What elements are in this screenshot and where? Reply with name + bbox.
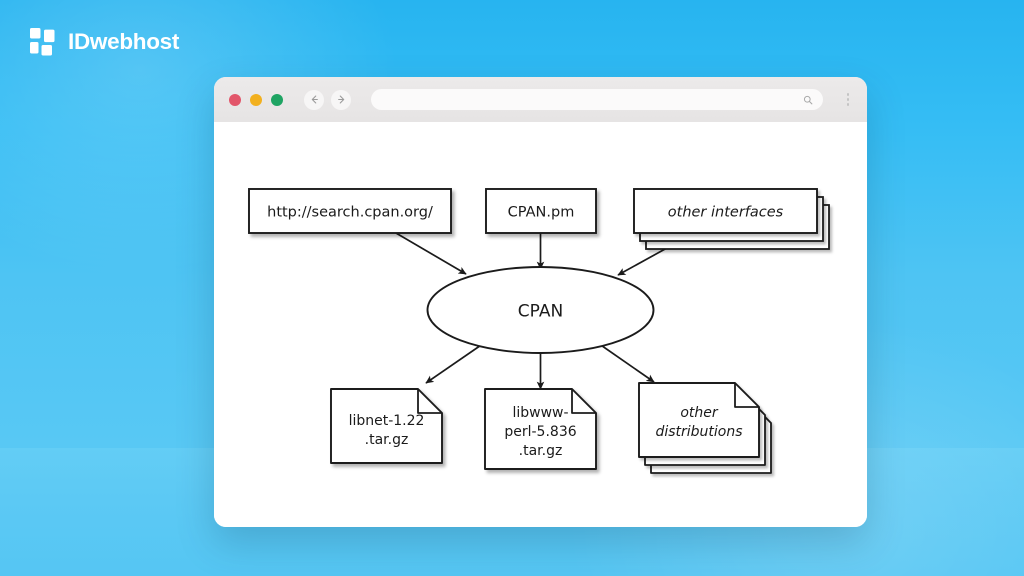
cpan-architecture-diagram: http://search.cpan.org/ CPAN.pm other in…	[214, 122, 867, 527]
diagram-node-cpan: CPAN	[426, 266, 655, 354]
edge-cpan-to-libnet	[425, 340, 488, 384]
node-label-search-cpan-org: http://search.cpan.org/	[267, 205, 433, 221]
node-label-libnet-line-1: libnet-1.22	[349, 413, 425, 429]
navigation-buttons	[304, 89, 351, 110]
diagram-node-libwww-perl: libwww- perl-5.836 .tar.gz	[484, 388, 597, 470]
search-icon[interactable]	[803, 95, 813, 105]
arrow-right-icon	[336, 94, 347, 105]
edge-cpan-to-other-distributions	[594, 340, 655, 383]
arrow-left-icon	[309, 94, 320, 105]
diagram-node-other-interfaces: other interfaces	[633, 188, 830, 250]
diagram-node-cpan-pm: CPAN.pm	[485, 188, 597, 234]
browser-viewport: http://search.cpan.org/ CPAN.pm other in…	[214, 122, 867, 527]
back-button[interactable]	[304, 89, 324, 110]
traffic-lights	[229, 93, 283, 106]
node-label-other-distributions-line-2: distributions	[655, 424, 742, 440]
node-label-libwww-perl-line-1: libwww-	[512, 405, 568, 421]
node-label-libwww-perl-line-3: .tar.gz	[519, 443, 563, 459]
brand-lockup: IDwebhost	[30, 26, 179, 58]
diagram-node-libnet: libnet-1.22 .tar.gz	[330, 388, 443, 464]
node-label-cpan: CPAN	[518, 302, 563, 322]
browser-titlebar	[214, 77, 867, 122]
idwebhost-logo-icon	[30, 28, 58, 56]
browser-window: http://search.cpan.org/ CPAN.pm other in…	[214, 77, 867, 527]
node-label-other-interfaces: other interfaces	[668, 205, 784, 221]
node-label-libnet-line-2: .tar.gz	[365, 432, 409, 448]
close-button[interactable]	[229, 93, 241, 106]
node-label-libwww-perl-line-2: perl-5.836	[504, 424, 576, 440]
diagram-node-search-cpan-org: http://search.cpan.org/	[248, 188, 452, 234]
node-label-other-distributions-line-1: other	[680, 405, 719, 421]
minimize-button[interactable]	[250, 93, 262, 106]
node-label-cpan-pm: CPAN.pm	[508, 205, 575, 221]
banner-stage: IDwebhost http://search.cpan.org/ CPAN.p…	[0, 0, 1024, 576]
address-bar[interactable]	[371, 89, 823, 110]
kebab-menu-icon[interactable]	[841, 90, 855, 110]
maximize-button[interactable]	[271, 93, 283, 106]
brand-name: IDwebhost	[68, 28, 180, 54]
forward-button[interactable]	[331, 89, 351, 110]
diagram-node-other-distributions: other distributions	[638, 382, 772, 474]
